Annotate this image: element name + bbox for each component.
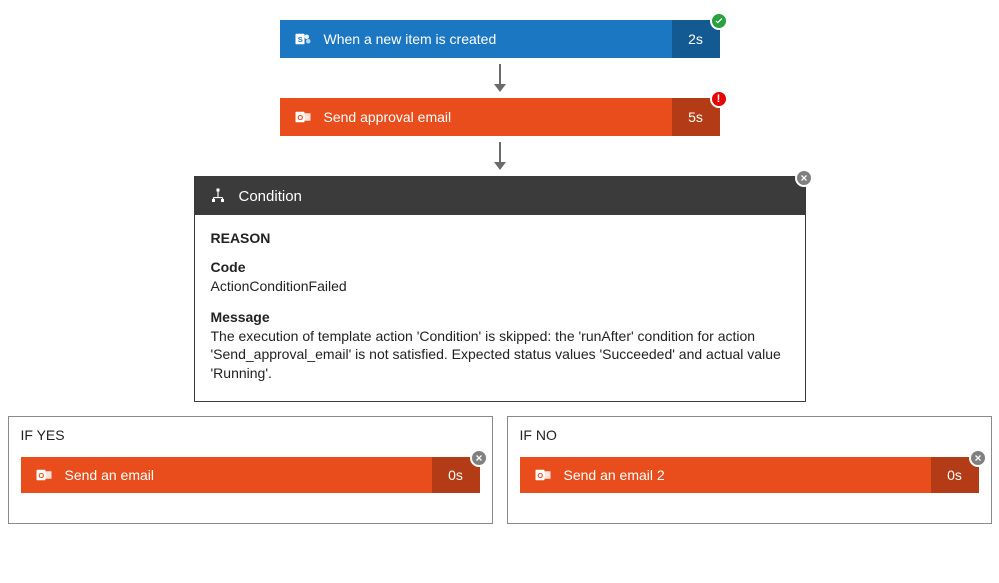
condition-icon: [207, 185, 229, 207]
approval-step[interactable]: O Send approval email 5s !: [280, 98, 720, 136]
yes-action-label: Send an email: [65, 467, 155, 483]
sharepoint-icon: S: [292, 28, 314, 50]
condition-card[interactable]: Condition REASON Code ActionConditionFai…: [194, 176, 806, 402]
status-skipped-icon: [795, 169, 813, 187]
trigger-main: S When a new item is created: [280, 20, 672, 58]
message-label: Message: [211, 308, 789, 327]
no-action-main: O Send an email 2: [520, 457, 931, 493]
code-value: ActionConditionFailed: [211, 277, 789, 296]
status-error-icon: !: [710, 90, 728, 108]
svg-text:O: O: [38, 471, 44, 480]
branches: IF YES O Send an email 0s IF NO: [8, 416, 992, 524]
condition-title: Condition: [239, 188, 302, 205]
flow-container: S When a new item is created 2s O Send a…: [0, 0, 999, 524]
approval-label: Send approval email: [324, 109, 452, 125]
outlook-icon: O: [532, 464, 554, 486]
branch-yes-label: IF YES: [21, 427, 480, 443]
trigger-label: When a new item is created: [324, 31, 497, 47]
arrow-icon: [494, 64, 506, 92]
outlook-icon: O: [33, 464, 55, 486]
status-skipped-icon: [470, 449, 488, 467]
reason-label: REASON: [211, 229, 789, 248]
svg-text:O: O: [297, 113, 303, 122]
outlook-icon: O: [292, 106, 314, 128]
branch-no: IF NO O Send an email 2 0s: [507, 416, 992, 524]
approval-main: O Send approval email: [280, 98, 672, 136]
code-label: Code: [211, 258, 789, 277]
message-value: The execution of template action 'Condit…: [211, 327, 789, 384]
branch-yes: IF YES O Send an email 0s: [8, 416, 493, 524]
trigger-step[interactable]: S When a new item is created 2s: [280, 20, 720, 58]
arrow-icon: [494, 142, 506, 170]
status-skipped-icon: [969, 449, 987, 467]
no-action-label: Send an email 2: [564, 467, 665, 483]
yes-action-step[interactable]: O Send an email 0s: [21, 457, 480, 493]
yes-action-main: O Send an email: [21, 457, 432, 493]
branch-no-label: IF NO: [520, 427, 979, 443]
condition-header: Condition: [195, 177, 805, 215]
status-success-icon: [710, 12, 728, 30]
condition-body: REASON Code ActionConditionFailed Messag…: [195, 215, 805, 401]
svg-text:O: O: [537, 471, 543, 480]
no-action-step[interactable]: O Send an email 2 0s: [520, 457, 979, 493]
svg-text:S: S: [297, 35, 302, 44]
